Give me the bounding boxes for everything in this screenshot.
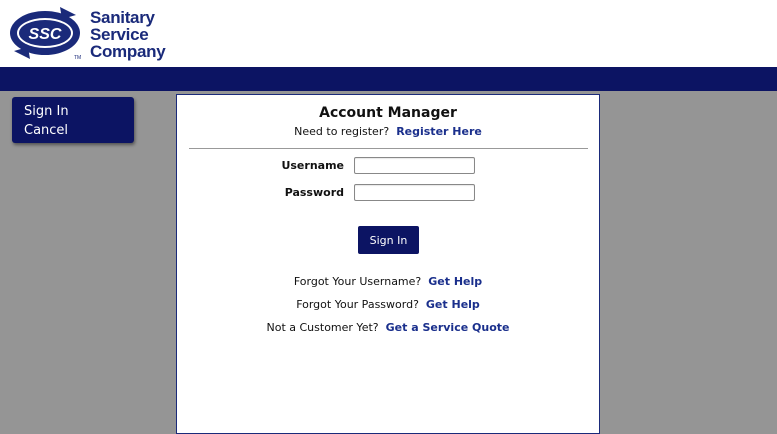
service-quote-link[interactable]: Get a Service Quote bbox=[386, 321, 510, 334]
forgot-password-link[interactable]: Get Help bbox=[426, 298, 480, 311]
sign-in-button[interactable]: Sign In bbox=[358, 226, 419, 254]
sidebar-menu: Sign In Cancel bbox=[12, 97, 134, 143]
service-quote-prompt: Not a Customer Yet? bbox=[266, 321, 379, 334]
divider bbox=[189, 148, 588, 149]
forgot-password-line: Forgot Your Password? Get Help bbox=[177, 298, 599, 311]
password-field[interactable] bbox=[354, 184, 475, 201]
sidebar-item-sign-in[interactable]: Sign In bbox=[12, 102, 134, 121]
register-link[interactable]: Register Here bbox=[396, 125, 482, 138]
svg-text:SSC: SSC bbox=[29, 26, 62, 43]
sidebar-item-cancel[interactable]: Cancel bbox=[12, 121, 134, 140]
company-logo[interactable]: SSC TM Sanitary Service Company bbox=[8, 3, 168, 65]
header: SSC TM Sanitary Service Company bbox=[0, 0, 777, 67]
forgot-username-link[interactable]: Get Help bbox=[428, 275, 482, 288]
service-quote-line: Not a Customer Yet? Get a Service Quote bbox=[177, 321, 599, 334]
username-field[interactable] bbox=[354, 157, 475, 174]
account-manager-panel: Account Manager Need to register? Regist… bbox=[176, 94, 600, 434]
svg-text:TM: TM bbox=[74, 55, 81, 61]
company-name: Sanitary Service Company bbox=[90, 8, 166, 61]
password-label: Password bbox=[284, 186, 344, 199]
forgot-password-prompt: Forgot Your Password? bbox=[296, 298, 419, 311]
nav-bar bbox=[0, 67, 777, 91]
register-line: Need to register? Register Here bbox=[177, 125, 599, 138]
ssc-logo-icon: SSC TM bbox=[10, 7, 81, 61]
page-title: Account Manager bbox=[319, 105, 457, 121]
forgot-username-line: Forgot Your Username? Get Help bbox=[177, 275, 599, 288]
username-label: Username bbox=[281, 159, 344, 172]
register-prompt: Need to register? bbox=[294, 125, 390, 138]
forgot-username-prompt: Forgot Your Username? bbox=[293, 275, 422, 288]
